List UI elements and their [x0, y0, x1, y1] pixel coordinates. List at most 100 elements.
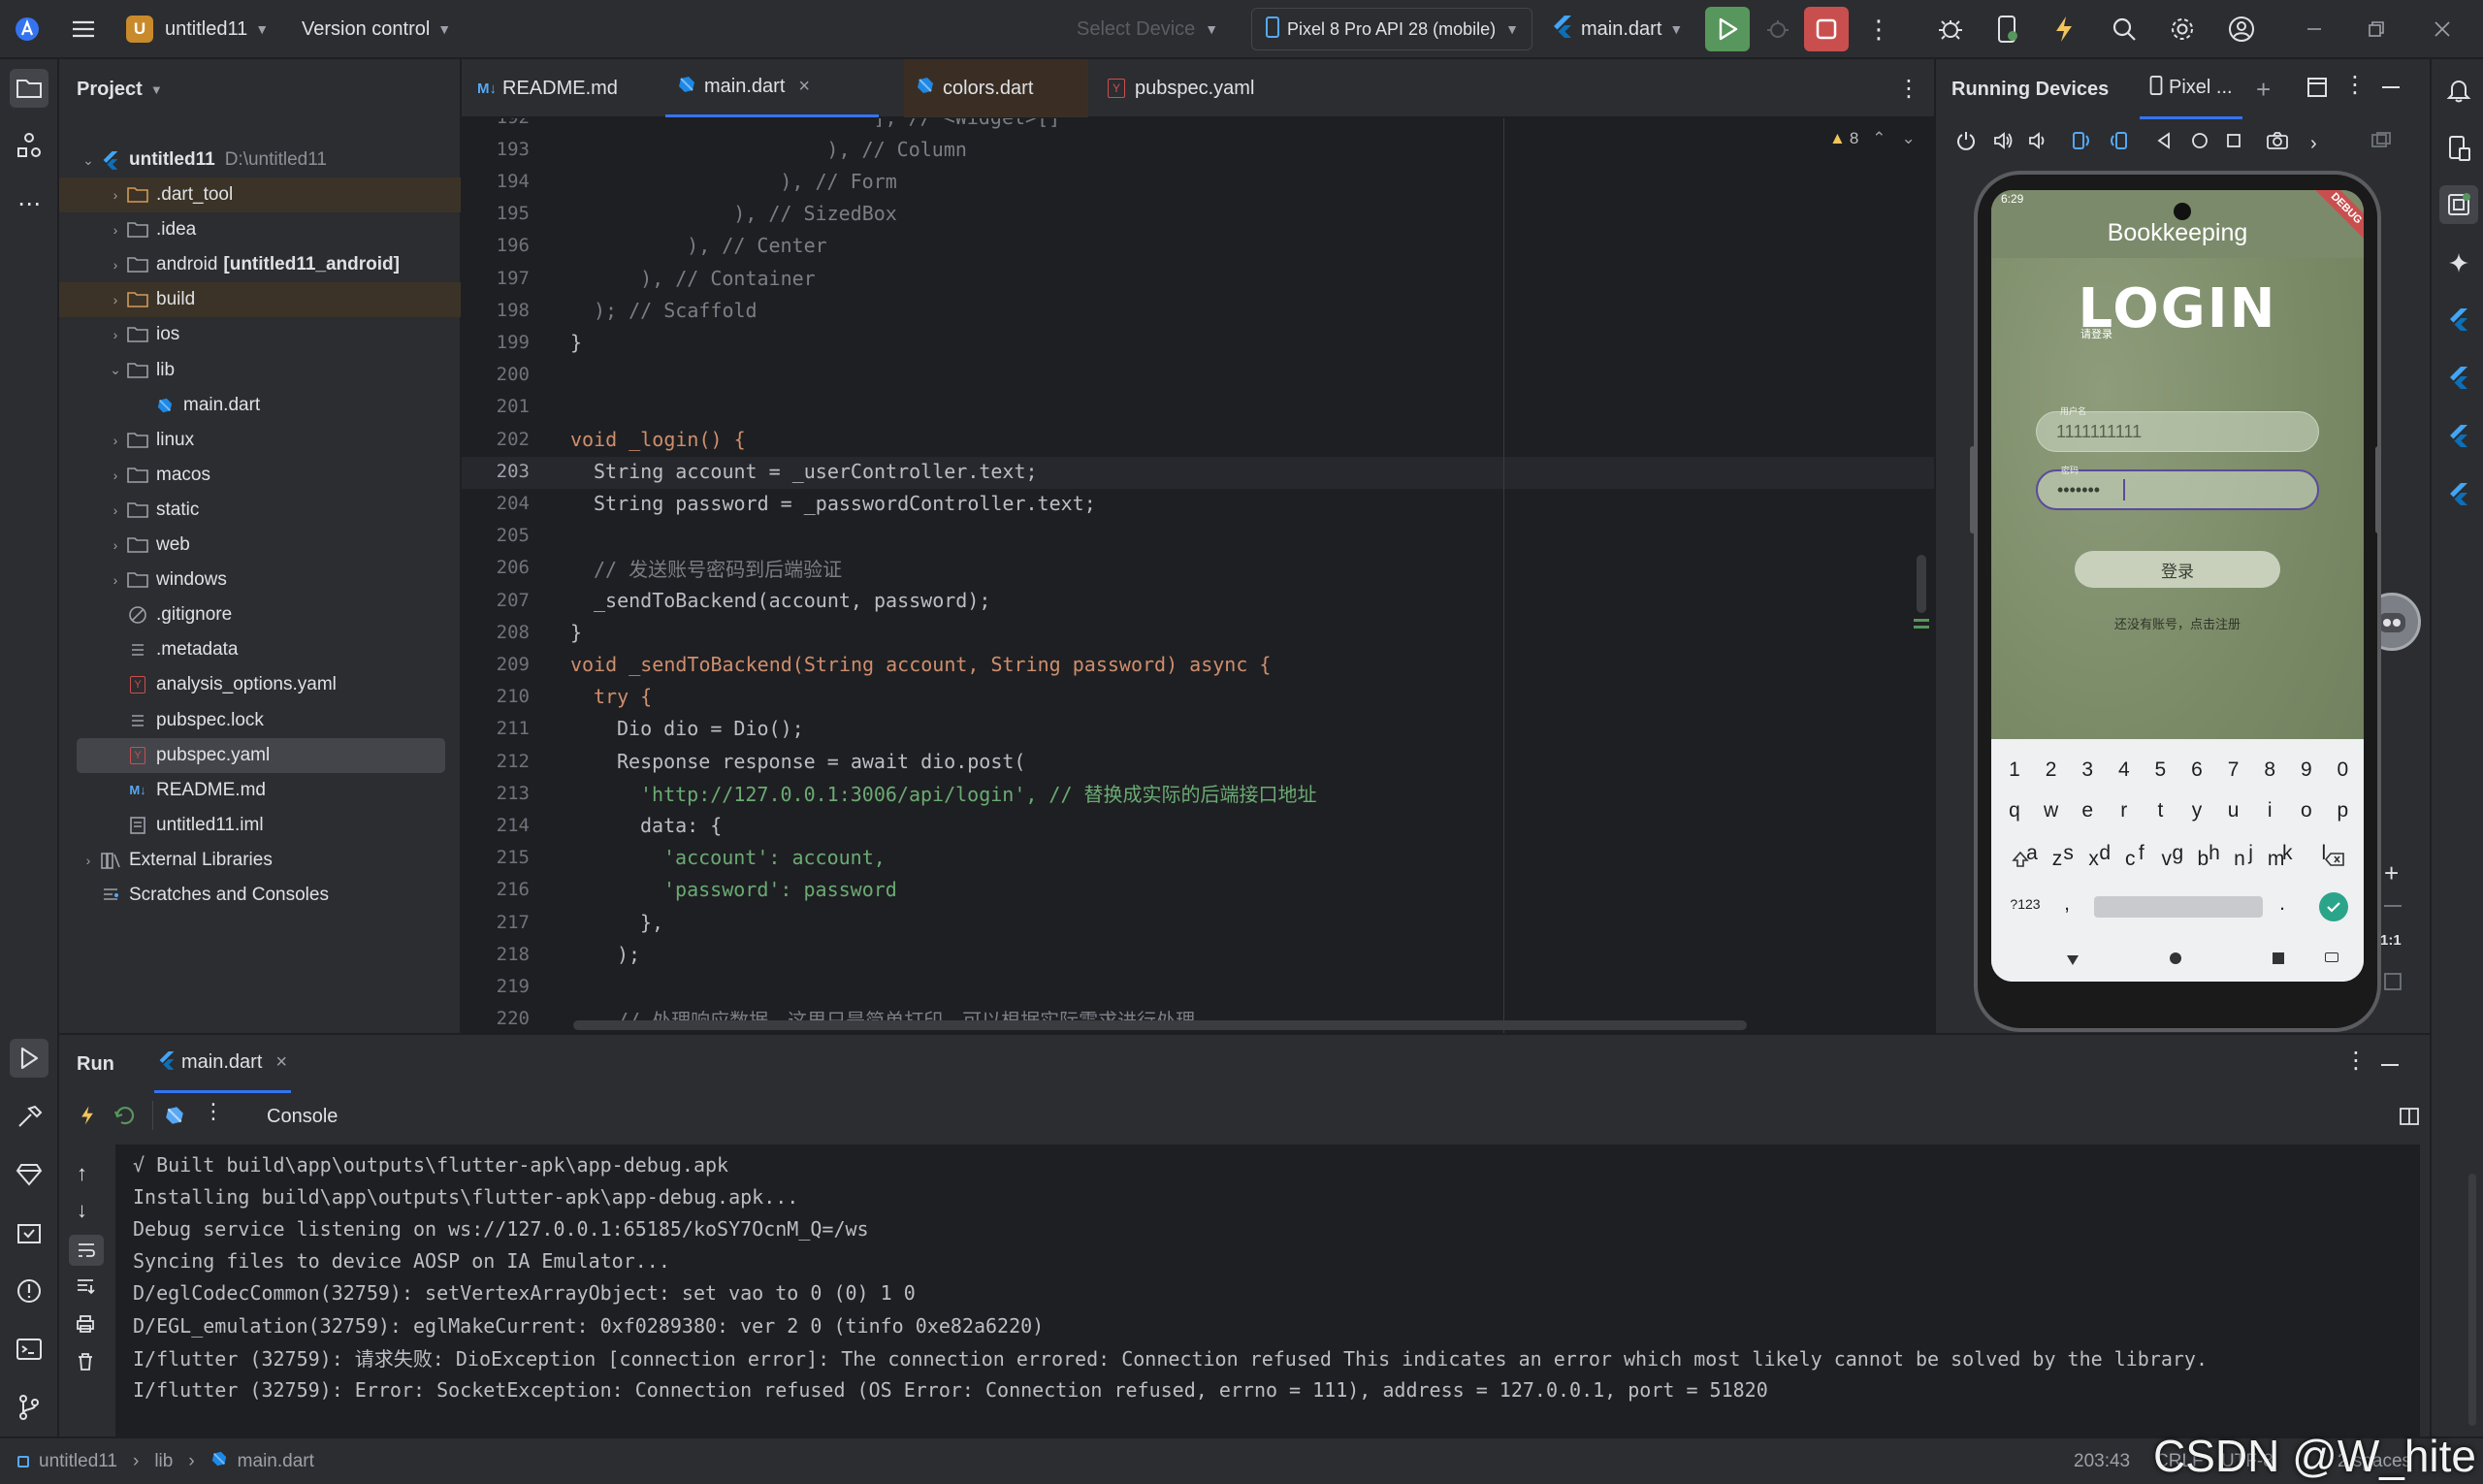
back-icon[interactable]	[2155, 131, 2173, 156]
tree-item[interactable]: › linux	[59, 423, 461, 458]
code-editor[interactable]: ▲ 8 ⌃ ⌄ 192 ], // <Widget>[]193 ), // Co…	[462, 118, 1934, 1033]
chevron-right-icon[interactable]: ›	[79, 853, 98, 868]
zoom-out-icon[interactable]	[2384, 905, 2402, 907]
zoom-in-icon[interactable]: +	[2384, 858, 2399, 888]
chevron-right-icon[interactable]: ›	[106, 292, 125, 307]
keyboard-key[interactable]: 1	[1997, 751, 2032, 790]
add-device-icon[interactable]: +	[2256, 59, 2271, 119]
structure-icon[interactable]	[10, 126, 48, 165]
keyboard-key[interactable]: o	[2289, 791, 2324, 830]
keyboard-key[interactable]: 4	[2107, 751, 2142, 790]
minimize-window-icon[interactable]	[2305, 0, 2324, 58]
run-tool-icon[interactable]	[10, 1039, 48, 1078]
key-enter-check-icon[interactable]	[2319, 892, 2348, 921]
keyboard-key[interactable]: 9	[2289, 751, 2324, 790]
console-scrollbar[interactable]	[2468, 1174, 2476, 1426]
terminal-icon[interactable]	[10, 1330, 48, 1369]
hot-restart-icon[interactable]	[113, 1105, 137, 1132]
debug-icon[interactable]	[1763, 0, 1792, 58]
project-tool-folder-icon[interactable]	[10, 69, 48, 108]
chevron-right-icon[interactable]: ›	[106, 327, 125, 342]
app-inspection-icon[interactable]	[10, 1213, 48, 1252]
keyboard-key[interactable]: n	[2222, 840, 2257, 879]
run-config-selector[interactable]: main.dart ▼	[1552, 0, 1683, 58]
keyboard-key[interactable]: i	[2252, 791, 2287, 830]
hot-reload-icon[interactable]	[2052, 0, 2076, 58]
gemini-sparkle-icon[interactable]	[2439, 243, 2478, 282]
key-period[interactable]: .	[2265, 885, 2300, 923]
flutter-outline-icon[interactable]	[2439, 300, 2478, 339]
keyboard-key[interactable]: r	[2107, 791, 2142, 830]
tab-main-dart[interactable]: main.dart ×	[665, 59, 879, 117]
tab-actions-icon[interactable]: ⋮	[1897, 59, 1920, 117]
chevron-right-icon[interactable]: ›	[106, 468, 125, 483]
nav-recents-icon[interactable]	[2273, 952, 2284, 964]
flutter-inspector-icon[interactable]	[2439, 358, 2478, 397]
device-manager-icon[interactable]	[1994, 0, 2019, 58]
run-panel-options-icon[interactable]: ⋮	[2344, 1047, 2368, 1075]
console-output[interactable]: √ Built build\app\outputs\flutter-apk\ap…	[115, 1145, 2476, 1437]
account-icon[interactable]	[2227, 0, 2256, 58]
close-tab-icon[interactable]: ×	[798, 76, 810, 98]
keyboard-key[interactable]: 0	[2325, 751, 2360, 790]
fit-screen-icon[interactable]	[2382, 971, 2403, 998]
rotate-right-icon[interactable]	[2107, 130, 2130, 157]
keyboard-key[interactable]: b	[2185, 840, 2220, 879]
tree-item[interactable]: .metadata	[59, 632, 461, 667]
hot-reload-icon[interactable]	[79, 1105, 96, 1132]
print-icon[interactable]	[75, 1314, 96, 1339]
keyboard-key[interactable]: q	[1997, 791, 2032, 830]
device-tab[interactable]: Pixel ...	[2140, 59, 2242, 119]
version-control-menu[interactable]: Version control ▼	[302, 0, 451, 58]
key-space[interactable]	[2094, 896, 2263, 918]
screenshot-camera-icon[interactable]	[2266, 131, 2289, 156]
key-comma[interactable]: ,	[2049, 885, 2084, 923]
vertical-scrollbar[interactable]	[1917, 555, 1926, 613]
select-device-dropdown[interactable]: Select Device ▼	[1077, 0, 1218, 58]
more-actions-icon[interactable]: ⋮	[1866, 0, 1891, 58]
volume-up-icon[interactable]	[1992, 130, 2014, 157]
hide-run-panel-icon[interactable]	[2381, 1064, 2399, 1066]
notifications-bell-icon[interactable]	[2439, 71, 2478, 110]
chevron-down-icon[interactable]: ⌄	[106, 362, 125, 378]
tree-item[interactable]: M↓ README.md	[59, 773, 461, 808]
keyboard-key[interactable]: 8	[2252, 751, 2287, 790]
chevron-right-icon[interactable]: ›	[106, 537, 125, 553]
tree-item[interactable]: Scratches and Consoles	[59, 878, 461, 913]
build-hammer-icon[interactable]	[10, 1097, 48, 1136]
run-toolbar-more-icon[interactable]: ⋮	[203, 1099, 224, 1124]
app-logo-icon[interactable]	[14, 0, 41, 58]
keyboard-key[interactable]: x	[2077, 840, 2112, 879]
project-panel-header[interactable]: Project ▼	[77, 59, 163, 119]
keyboard-key[interactable]: 7	[2216, 751, 2251, 790]
keyboard-key[interactable]: l	[2306, 834, 2341, 873]
register-link[interactable]: 还没有账号，点击注册	[1991, 614, 2364, 632]
login-button[interactable]: 登录	[2075, 551, 2280, 588]
main-menu-icon[interactable]	[70, 0, 97, 58]
keyboard-key[interactable]: c	[2112, 840, 2147, 879]
layout-toggle-icon[interactable]	[2399, 1107, 2420, 1132]
bug-icon[interactable]	[1936, 0, 1965, 58]
tab-colors-dart[interactable]: colors.dart	[904, 59, 1088, 117]
flutter-inspector-icon[interactable]	[10, 1155, 48, 1194]
chevron-right-icon[interactable]: ›	[106, 187, 125, 203]
power-icon[interactable]	[1955, 130, 1977, 157]
panel-options-icon[interactable]: ⋮	[2343, 71, 2367, 99]
keyboard-key[interactable]: v	[2149, 840, 2184, 879]
soft-wrap-icon[interactable]	[69, 1235, 104, 1266]
tree-item[interactable]: › build	[59, 282, 461, 318]
keyboard-key[interactable]: y	[2179, 791, 2214, 830]
settings-gear-icon[interactable]	[2169, 0, 2196, 58]
breadcrumb-lib[interactable]: lib	[154, 1451, 173, 1472]
zoom-actual-size[interactable]: 1:1	[2380, 932, 2402, 949]
tree-item[interactable]: pubspec.lock	[59, 703, 461, 738]
keyboard-key[interactable]: w	[2034, 791, 2069, 830]
chevron-right-icon[interactable]: ›	[106, 257, 125, 273]
console-tab[interactable]: Console	[267, 1095, 338, 1138]
tree-item[interactable]: Ypubspec.yaml	[59, 737, 461, 773]
close-tab-icon[interactable]: ×	[275, 1051, 287, 1074]
flutter-deep-links-icon[interactable]	[2439, 474, 2478, 513]
more-tools-icon[interactable]: ⋯	[10, 184, 48, 223]
chevron-right-icon[interactable]: ›	[2310, 133, 2317, 155]
tree-item[interactable]: ⌄ lib	[59, 353, 461, 388]
